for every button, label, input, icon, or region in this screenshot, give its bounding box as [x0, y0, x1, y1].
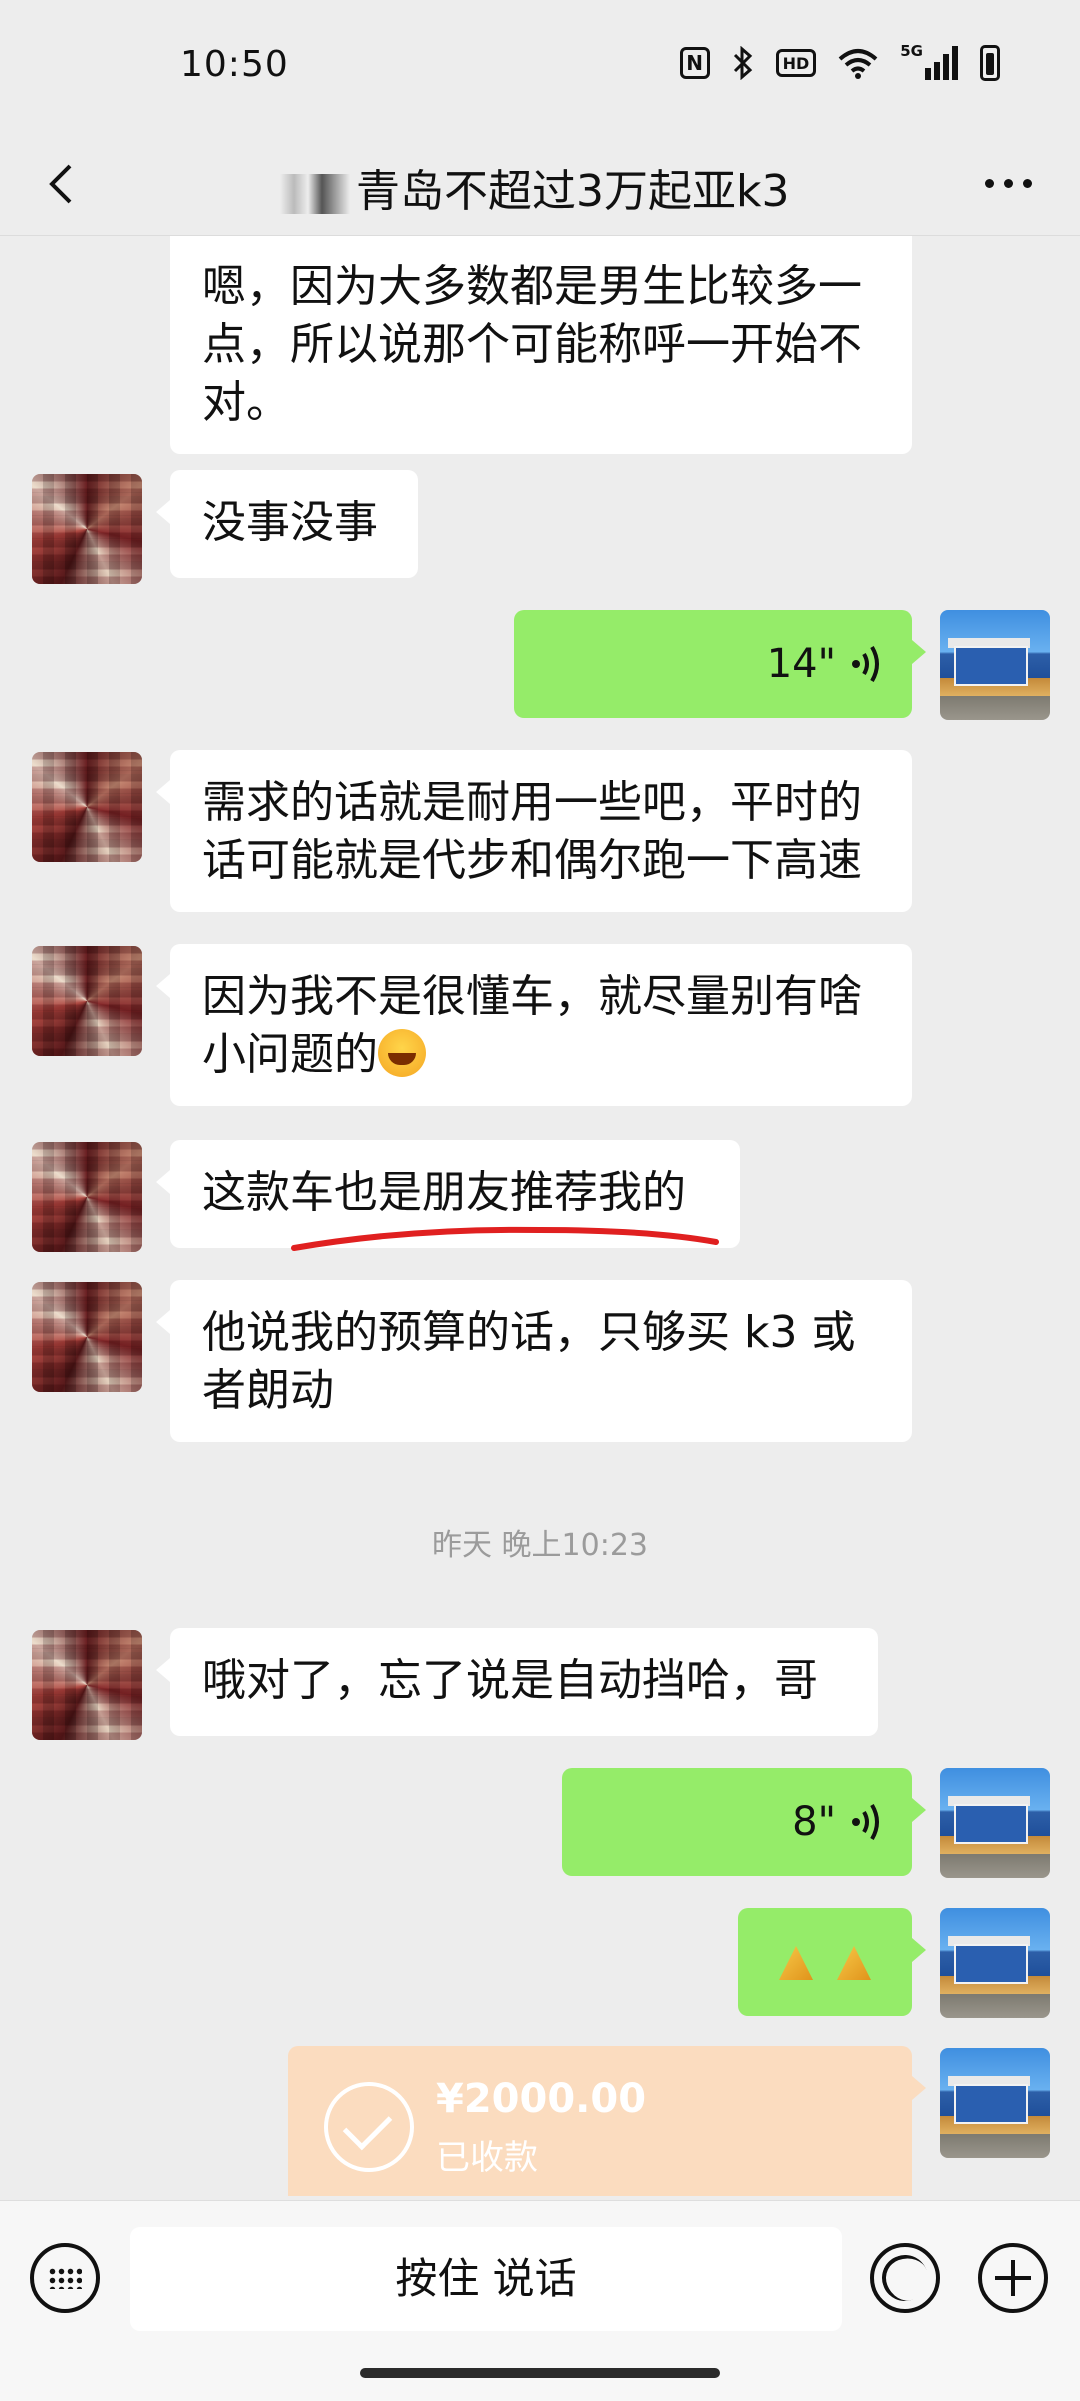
- chat-header: 青岛不超过3万起亚k3: [0, 135, 1080, 236]
- home-indicator[interactable]: [360, 2368, 720, 2378]
- chat-title: 青岛不超过3万起亚k3: [280, 155, 789, 219]
- status-bar: 10:50 N HD 5G: [0, 0, 1080, 135]
- contact-avatar[interactable]: [32, 1630, 142, 1740]
- message-bubble-incoming[interactable]: 嗯，因为大多数都是男生比较多一 点，所以说那个可能称呼一开始不 对。: [170, 236, 912, 454]
- more-options-icon[interactable]: [985, 179, 1032, 188]
- voice-wave-icon: [852, 645, 879, 683]
- contact-avatar[interactable]: [32, 1142, 142, 1252]
- message-text: 这款车也是朋友推荐我的: [202, 1167, 686, 1218]
- message-text-line: 因为我不是很懂车，就尽量别有啥: [202, 971, 862, 1022]
- voice-wave-icon: [852, 1803, 879, 1841]
- nfc-icon: N: [679, 47, 710, 79]
- transfer-amount: ¥2000.00: [436, 2076, 647, 2122]
- message-bubble-incoming[interactable]: 因为我不是很懂车，就尽量别有啥 小问题的: [156, 944, 912, 1106]
- bluetooth-icon: [732, 44, 754, 82]
- my-avatar[interactable]: [940, 2048, 1050, 2158]
- transfer-card[interactable]: ¥2000.00 已收款: [288, 2046, 926, 2196]
- contact-avatar[interactable]: [32, 1282, 142, 1392]
- voice-duration: 14": [766, 641, 836, 687]
- praying-hands-emoji-icon: [831, 1942, 877, 1982]
- red-annotation-underline: [291, 1226, 719, 1251]
- message-text-line: 者朗动: [202, 1365, 334, 1416]
- message-bubble-incoming[interactable]: 需求的话就是耐用一些吧，平时的 话可能就是代步和偶尔跑一下高速: [156, 750, 912, 912]
- emoji-message-bubble[interactable]: [738, 1908, 926, 2016]
- my-avatar[interactable]: [940, 610, 1050, 720]
- contact-avatar[interactable]: [32, 474, 142, 584]
- message-text-line: 他说我的预算的话，只够买 k3 或: [202, 1307, 856, 1358]
- emoji-icon[interactable]: [870, 2243, 940, 2313]
- my-avatar[interactable]: [940, 1768, 1050, 1878]
- chat-timestamp: 昨天 晚上10:23: [432, 1528, 648, 1563]
- transfer-status: 已收款: [436, 2138, 538, 2178]
- message-text-line: 对。: [202, 377, 290, 428]
- battery-icon: [980, 45, 1000, 81]
- praying-hands-emoji-icon: [773, 1942, 819, 1982]
- cellular-signal-icon: 5G: [900, 42, 958, 82]
- back-arrow-icon[interactable]: [40, 160, 88, 208]
- wifi-icon: [838, 44, 878, 82]
- hold-to-talk-button[interactable]: 按住 说话: [130, 2227, 842, 2331]
- network-type-label: 5G: [900, 42, 923, 60]
- message-bubble-incoming[interactable]: 哦对了，忘了说是自动挡哈，哥: [156, 1628, 878, 1736]
- voice-duration: 8": [792, 1799, 836, 1845]
- title-redaction: [280, 174, 350, 214]
- message-text: 哦对了，忘了说是自动挡哈，哥: [202, 1655, 818, 1706]
- my-avatar[interactable]: [940, 1908, 1050, 2018]
- checkmark-circle-icon: [324, 2082, 414, 2172]
- message-text: 没事没事: [202, 497, 378, 548]
- hd-voice-icon: HD: [775, 49, 817, 77]
- message-text-line: 嗯，因为大多数都是男生比较多一: [202, 261, 862, 312]
- voice-message-bubble[interactable]: 14": [514, 610, 926, 718]
- status-icons: N HD 5G: [679, 42, 1000, 82]
- message-text-line: 需求的话就是耐用一些吧，平时的: [202, 777, 862, 828]
- contact-avatar[interactable]: [32, 946, 142, 1056]
- contact-avatar[interactable]: [32, 752, 142, 862]
- message-text-segment: 小问题的: [202, 1029, 378, 1080]
- keyboard-icon[interactable]: [30, 2243, 100, 2313]
- status-time: 10:50: [180, 44, 289, 85]
- message-bubble-incoming[interactable]: 没事没事: [156, 470, 418, 578]
- message-text-line: 点，所以说那个可能称呼一开始不: [202, 319, 862, 370]
- message-text-line: 小问题的: [202, 1026, 880, 1084]
- laughing-crying-emoji-icon: [378, 1029, 426, 1077]
- chat-title-text: 青岛不超过3万起亚k3: [356, 166, 790, 217]
- message-text-line: 话可能就是代步和偶尔跑一下高速: [202, 835, 862, 886]
- plus-icon[interactable]: [978, 2243, 1048, 2313]
- message-bubble-incoming[interactable]: 他说我的预算的话，只够买 k3 或 者朗动: [156, 1280, 912, 1442]
- voice-message-bubble[interactable]: 8": [562, 1768, 926, 1876]
